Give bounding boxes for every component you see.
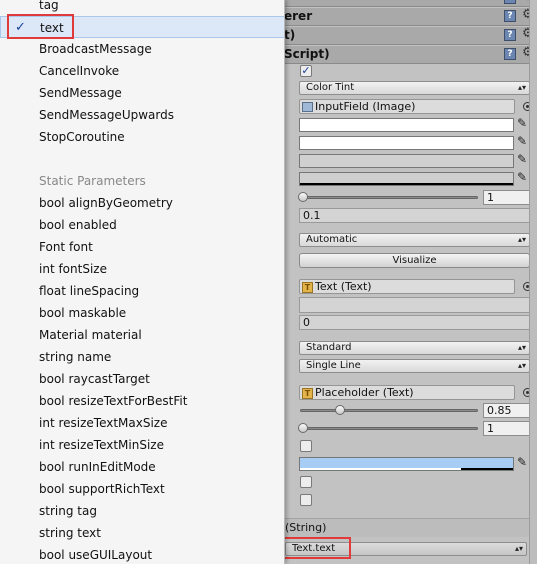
string-event-label: (String) (285, 521, 327, 534)
dropdown-arrow-icon: ▴▾ (517, 361, 526, 370)
inspector-scrollbar[interactable] (529, 0, 537, 564)
transition-dropdown[interactable]: Color Tint ▴▾ (299, 81, 530, 95)
component-header-renderer[interactable]: erer ? ⚙ (270, 7, 537, 26)
component-title: t) (284, 28, 296, 42)
menu-item[interactable]: int resizeTextMinSize (0, 434, 284, 456)
alpha-bar (461, 468, 513, 470)
component-header-text[interactable]: t) ? ⚙ (270, 26, 537, 45)
menu-item[interactable]: int resizeTextMaxSize (0, 412, 284, 434)
menu-item[interactable]: bool enabled (0, 214, 284, 236)
function-popup-menu: tag ✓ text BroadcastMessage CancelInvoke… (0, 0, 285, 564)
text-icon: T (302, 281, 313, 293)
dropdown-value: Color Tint (306, 82, 355, 93)
fade-duration-field[interactable]: 0.1 (299, 208, 530, 223)
eyedropper-icon[interactable]: ✎ (517, 455, 527, 469)
interactable-checkbox[interactable]: ✓ (300, 65, 312, 77)
menu-item[interactable]: bool alignByGeometry (0, 192, 284, 214)
menu-item[interactable]: bool resizeTextForBestFit (0, 390, 284, 412)
help-icon[interactable]: ? (504, 10, 516, 22)
dropdown-arrow-icon: ▴▾ (517, 83, 526, 92)
visualize-button[interactable]: Visualize (299, 253, 530, 268)
text-component-field[interactable]: T Text (Text) (299, 279, 515, 294)
menu-item-broadcastmessage[interactable]: BroadcastMessage (0, 38, 284, 60)
dropdown-value: Text.text (292, 543, 336, 554)
eyedropper-icon[interactable]: ✎ (517, 170, 527, 184)
selection-color-field[interactable] (299, 457, 514, 471)
eyedropper-icon[interactable]: ✎ (517, 152, 527, 166)
slider-knob[interactable] (298, 423, 308, 433)
function-dropdown[interactable]: Text.text ▴▾ (285, 542, 527, 556)
eyedropper-icon[interactable]: ✎ (517, 116, 527, 130)
highlighted-color-field[interactable] (299, 136, 514, 150)
caret-width-value[interactable]: 1 (483, 421, 530, 436)
menu-item-sendmessage[interactable]: SendMessage (0, 82, 284, 104)
dropdown-arrow-icon: ▴▾ (517, 235, 526, 244)
component-header-partial[interactable]: ? ⚙ (270, 0, 537, 7)
menu-item[interactable]: int fontSize (0, 258, 284, 280)
normal-color-field[interactable] (299, 118, 514, 132)
caret-blink-slider[interactable] (300, 409, 478, 412)
menu-item[interactable]: bool useGUILayout (0, 544, 284, 564)
menu-item-cancelinvoke[interactable]: CancelInvoke (0, 60, 284, 82)
caret-blink-rate-value[interactable]: 0.85 (483, 403, 530, 418)
text-field[interactable] (299, 297, 530, 313)
slider-knob[interactable] (335, 405, 345, 415)
object-field-value: Text (Text) (315, 280, 372, 293)
menu-item[interactable]: string name (0, 346, 284, 368)
menu-item[interactable]: bool maskable (0, 302, 284, 324)
custom-caret-checkbox[interactable] (300, 440, 312, 452)
read-only-checkbox[interactable] (300, 494, 312, 506)
help-icon[interactable]: ? (504, 29, 516, 41)
target-graphic-field[interactable]: InputField (Image) (299, 99, 515, 114)
menu-item[interactable]: float lineSpacing (0, 280, 284, 302)
dropdown-arrow-icon: ▴▾ (517, 343, 526, 352)
placeholder-field[interactable]: T Placeholder (Text) (299, 385, 515, 400)
help-icon[interactable]: ? (504, 0, 516, 4)
text-icon: T (302, 387, 313, 399)
object-field-value: Placeholder (Text) (315, 386, 414, 399)
hide-mobile-input-checkbox[interactable] (300, 476, 312, 488)
help-icon[interactable]: ? (504, 48, 516, 60)
menu-item-text-selected[interactable]: ✓ text (0, 16, 284, 38)
menu-item[interactable]: Material material (0, 324, 284, 346)
menu-item[interactable]: Font font (0, 236, 284, 258)
pressed-color-field[interactable] (299, 154, 514, 168)
dropdown-arrow-icon: ▴▾ (514, 544, 523, 553)
color-multiplier-slider[interactable] (300, 196, 478, 199)
dropdown-value: Automatic (306, 234, 358, 245)
event-header: (String) (270, 518, 537, 537)
menu-item-sendmessageupwards[interactable]: SendMessageUpwards (0, 104, 284, 126)
checkmark-icon: ✓ (15, 20, 26, 35)
menu-item[interactable]: string text (0, 522, 284, 544)
dropdown-value: Standard (306, 342, 352, 353)
color-multiplier-value[interactable]: 1 (483, 190, 530, 205)
slider-knob[interactable] (298, 192, 308, 202)
menu-item-stopcoroutine[interactable]: StopCoroutine (0, 126, 284, 148)
eyedropper-icon[interactable]: ✎ (517, 134, 527, 148)
character-limit-field[interactable]: 0 (299, 315, 530, 330)
object-field-value: InputField (Image) (315, 100, 416, 113)
menu-item[interactable]: bool raycastTarget (0, 368, 284, 390)
content-type-dropdown[interactable]: Standard ▴▾ (299, 341, 530, 355)
component-title: erer (284, 9, 313, 23)
menu-item-tag[interactable]: tag (0, 0, 284, 16)
component-header-script[interactable]: Script) ? ⚙ (270, 45, 537, 64)
line-type-dropdown[interactable]: Single Line ▴▾ (299, 359, 530, 373)
menu-item[interactable]: bool supportRichText (0, 478, 284, 500)
static-parameters-header: Static Parameters (39, 174, 146, 188)
menu-item-label: text (40, 21, 64, 35)
menu-item[interactable]: bool runInEditMode (0, 456, 284, 478)
menu-item[interactable]: string tag (0, 500, 284, 522)
dropdown-value: Single Line (306, 360, 361, 371)
navigation-dropdown[interactable]: Automatic ▴▾ (299, 233, 530, 247)
image-icon (302, 102, 313, 112)
component-title: Script) (284, 47, 330, 61)
disabled-color-field[interactable] (299, 172, 514, 186)
caret-width-slider[interactable] (300, 427, 478, 430)
